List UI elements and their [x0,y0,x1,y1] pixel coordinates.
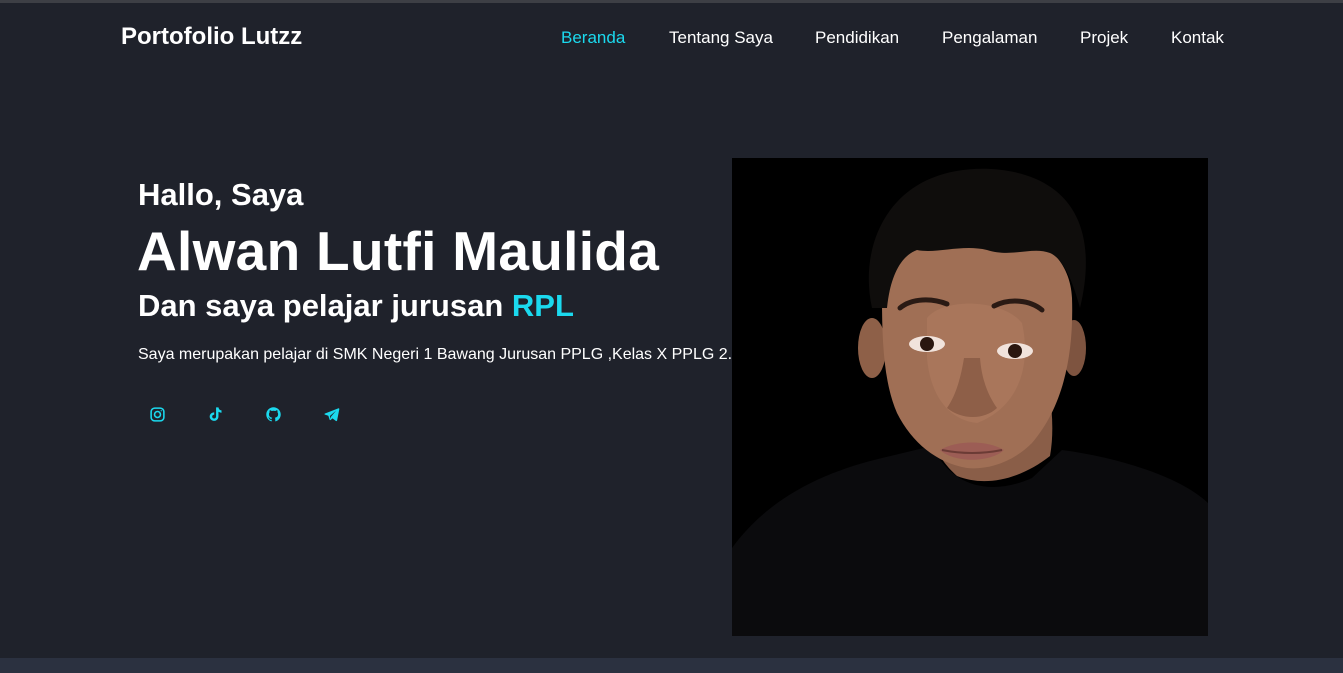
hero-tagline: Dan saya pelajar jurusan RPL [138,288,574,324]
github-icon [265,406,281,421]
nav-link-tentang-saya[interactable]: Tentang Saya [669,28,773,48]
nav-link-pendidikan[interactable]: Pendidikan [815,28,899,48]
hero-greeting: Hallo, Saya [138,177,304,212]
nav-link-pengalaman[interactable]: Pengalaman [942,28,1037,48]
hero-tagline-text: Dan saya pelajar jurusan [138,288,512,323]
telegram-link[interactable] [312,395,350,433]
hero-tagline-accent: RPL [511,288,574,323]
nav-link-projek[interactable]: Projek [1080,28,1128,48]
telegram-icon [323,407,339,421]
nav-link-beranda[interactable]: Beranda [561,28,625,48]
brand-logo[interactable]: Portofolio Lutzz [121,23,302,51]
github-link[interactable] [254,395,292,433]
instagram-link[interactable] [138,395,176,433]
tiktok-icon [209,406,222,421]
profile-portrait-image [732,158,1208,636]
nav-link-kontak[interactable]: Kontak [1171,28,1224,48]
profile-photo [732,158,1208,636]
hero-description: Saya merupakan pelajar di SMK Negeri 1 B… [138,346,733,363]
instagram-icon [149,406,165,422]
next-section-edge [0,658,1343,673]
hero-name: Alwan Lutfi Maulida [137,220,660,282]
tiktok-link[interactable] [196,395,234,433]
navbar: Portofolio Lutzz Beranda Tentang Saya Pe… [0,3,1343,73]
